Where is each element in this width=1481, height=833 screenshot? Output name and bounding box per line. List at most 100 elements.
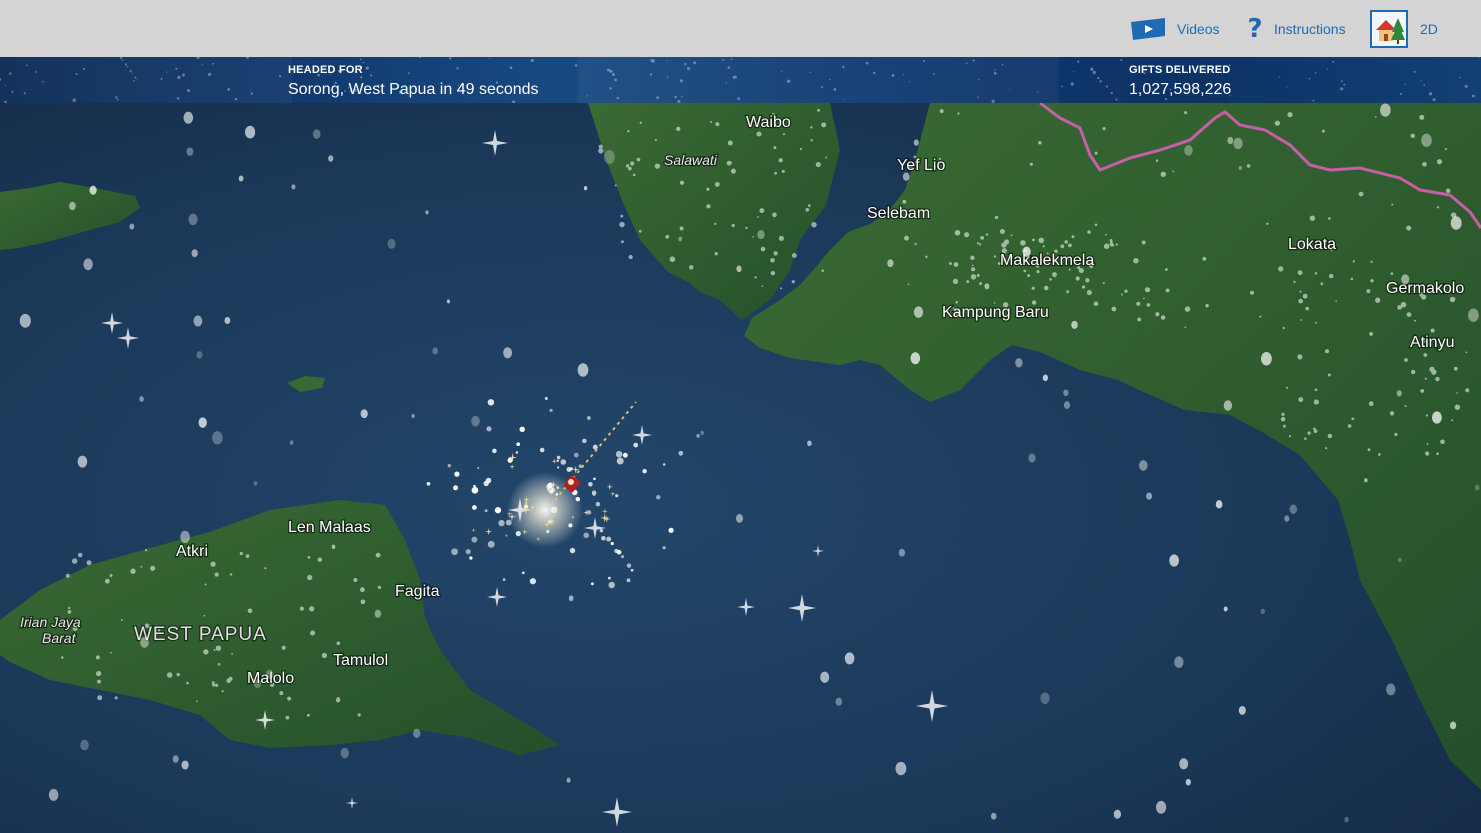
snowflake	[1474, 484, 1480, 491]
cloud-speck	[61, 656, 64, 659]
speck	[994, 69, 996, 71]
speck	[1413, 70, 1416, 73]
cloud-speck	[706, 204, 711, 209]
cloud-speck	[1146, 303, 1151, 307]
speck	[530, 58, 534, 63]
speck	[1278, 76, 1281, 78]
speck	[186, 88, 191, 93]
view-2d-button[interactable]: 2D	[1370, 0, 1438, 57]
cloud-speck	[287, 696, 292, 701]
cloud-speck	[1369, 331, 1374, 336]
speck	[865, 61, 869, 65]
snowflake	[573, 452, 579, 458]
cloud-speck	[1350, 277, 1354, 281]
speck	[586, 95, 588, 97]
speck	[359, 58, 362, 61]
speck	[923, 60, 926, 62]
map-canvas[interactable]: Waibo Salawati Yef Lio Selebam Makalekme…	[0, 103, 1481, 833]
cloud-speck	[1103, 243, 1110, 250]
cloud-speck	[669, 256, 676, 262]
cloud-speck	[1029, 162, 1033, 166]
videos-button[interactable]: Videos	[1131, 0, 1220, 57]
cloud-speck	[1085, 278, 1090, 283]
cloud-speck	[729, 161, 733, 164]
cloud-speck	[778, 158, 783, 163]
cloud-speck	[95, 655, 100, 660]
snowflake	[172, 755, 179, 763]
cloud-speck	[239, 551, 243, 556]
snowflake	[183, 111, 194, 124]
cloud-speck	[759, 208, 765, 214]
snowflake	[599, 528, 604, 533]
speck	[196, 57, 200, 59]
snowflake	[1022, 246, 1031, 257]
speck	[83, 67, 86, 70]
cloud-speck	[757, 216, 759, 218]
snow-texture	[0, 57, 1480, 103]
cloud-speck	[914, 242, 917, 246]
snowflake	[129, 223, 135, 230]
cloud-speck	[375, 552, 381, 558]
cloud-speck	[665, 234, 670, 239]
cloud-speck	[1049, 278, 1052, 281]
cloud-speck	[1445, 188, 1451, 194]
cloud-speck	[630, 161, 635, 166]
instructions-button[interactable]: ? Instructions	[1246, 0, 1345, 57]
cloud-speck	[810, 126, 813, 129]
cloud-speck	[86, 560, 92, 566]
cloud-speck	[1424, 377, 1427, 380]
cloud-speck	[1060, 244, 1065, 249]
cloud-speck	[620, 214, 624, 218]
speck	[212, 62, 214, 65]
cloud-speck	[752, 235, 754, 238]
snowflake	[80, 739, 89, 751]
cloud-speck	[1075, 276, 1080, 281]
snowflake	[610, 541, 614, 546]
snowflake	[591, 490, 597, 496]
cloud-speck	[1465, 388, 1470, 393]
cloud-speck	[999, 229, 1005, 234]
speck	[1400, 92, 1402, 95]
label-makalekmela: Makalekmela	[1000, 252, 1094, 269]
speck	[734, 76, 738, 79]
snowflake	[453, 485, 459, 491]
snowflake	[1109, 241, 1114, 247]
speck	[687, 67, 690, 71]
snowflake	[696, 433, 700, 438]
cloud-speck	[1456, 392, 1458, 394]
speck	[1343, 83, 1346, 86]
snowflake	[469, 556, 473, 560]
cloud-speck	[1287, 112, 1293, 118]
snowflake	[902, 172, 910, 181]
cloud-speck	[1324, 349, 1330, 354]
cloud-speck	[1419, 114, 1425, 120]
cloud-speck	[1184, 306, 1191, 312]
cloud-speck	[213, 649, 216, 651]
cloud-speck	[1036, 270, 1040, 274]
cloud-speck	[904, 235, 909, 241]
snowflake	[505, 534, 508, 537]
snowflake	[411, 413, 415, 419]
speck	[1110, 91, 1113, 95]
snowflake	[471, 486, 479, 494]
cloud-speck	[281, 645, 286, 650]
cloud-speck	[1352, 260, 1355, 263]
speck	[1471, 94, 1475, 98]
speck	[993, 72, 997, 75]
snowflake	[454, 471, 460, 477]
speck	[175, 67, 178, 70]
cloud-speck	[1454, 404, 1461, 410]
speck	[360, 76, 363, 79]
snowflake	[312, 129, 321, 139]
cloud-speck	[1246, 164, 1251, 168]
satellite-map[interactable]: Waibo Salawati Yef Lio Selebam Makalekme…	[0, 103, 1481, 833]
snowflake	[471, 415, 480, 427]
cloud-speck	[808, 204, 811, 207]
snowflake	[1289, 504, 1298, 514]
snowflake	[557, 466, 560, 469]
speck	[722, 58, 725, 61]
snowflake	[1184, 145, 1193, 156]
snowflake	[621, 555, 624, 559]
speck	[1478, 57, 1480, 59]
snowflake	[502, 578, 506, 581]
